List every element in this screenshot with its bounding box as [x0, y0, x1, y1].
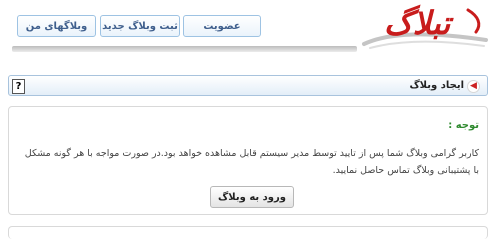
membership-button[interactable]: عضویت [183, 15, 261, 37]
arrow-left-icon: ◀ [467, 80, 480, 93]
logo-text: تبلاگ [384, 4, 451, 42]
help-icon[interactable]: ? [12, 79, 25, 94]
notice-panel: توجه : کاربر گرامی وبلاگ شما پس از تایید… [8, 106, 488, 215]
header-divider [12, 46, 357, 52]
site-logo[interactable]: تبلاگ [360, 2, 490, 56]
bottom-panel [8, 226, 488, 239]
notice-title: توجه : [448, 120, 479, 131]
register-weblog-button[interactable]: ثبت وبلاگ جدید [100, 15, 180, 37]
my-weblogs-button[interactable]: وبلاگهای من [17, 15, 96, 37]
section-title: ایجاد وبلاگ [409, 80, 464, 91]
section-header: ? ایجاد وبلاگ ◀ [8, 75, 488, 96]
header: وبلاگهای من ثبت وبلاگ جدید عضویت تبلاگ [0, 0, 500, 62]
notice-text: کاربر گرامی وبلاگ شما پس از تایید توسط م… [24, 148, 479, 176]
enter-weblog-button[interactable]: ورود به وبلاگ [210, 186, 294, 208]
